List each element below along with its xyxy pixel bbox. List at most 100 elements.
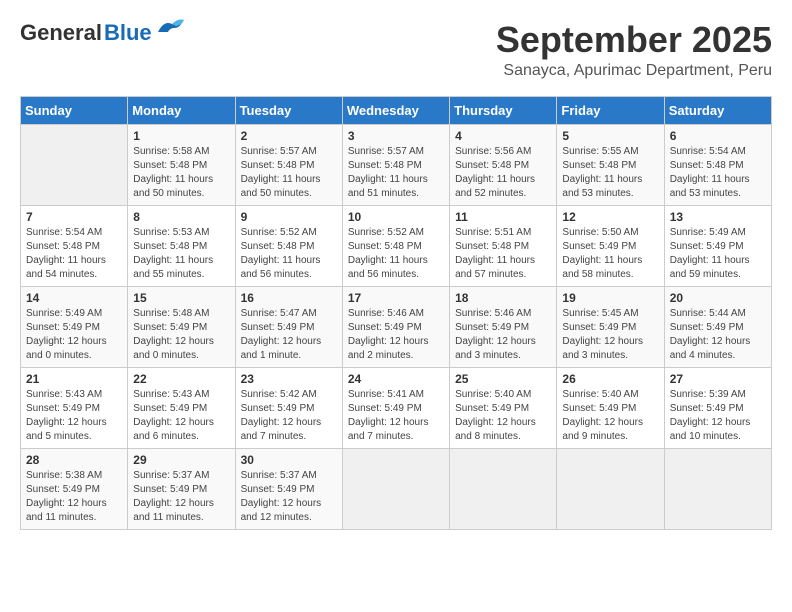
location-subtitle: Sanayca, Apurimac Department, Peru	[496, 62, 772, 80]
day-info: Sunrise: 5:52 AM Sunset: 5:48 PM Dayligh…	[348, 227, 428, 280]
title-area: September 2025 Sanayca, Apurimac Departm…	[496, 20, 772, 80]
col-header-wednesday: Wednesday	[342, 96, 449, 124]
logo-general: General	[20, 20, 102, 46]
day-info: Sunrise: 5:45 AM Sunset: 5:49 PM Dayligh…	[562, 308, 643, 361]
day-info: Sunrise: 5:46 AM Sunset: 5:49 PM Dayligh…	[455, 308, 536, 361]
col-header-saturday: Saturday	[664, 96, 771, 124]
day-number: 4	[455, 129, 551, 143]
day-info: Sunrise: 5:41 AM Sunset: 5:49 PM Dayligh…	[348, 389, 429, 442]
day-info: Sunrise: 5:39 AM Sunset: 5:49 PM Dayligh…	[670, 389, 751, 442]
day-info: Sunrise: 5:48 AM Sunset: 5:49 PM Dayligh…	[133, 308, 214, 361]
day-info: Sunrise: 5:47 AM Sunset: 5:49 PM Dayligh…	[241, 308, 322, 361]
day-info: Sunrise: 5:46 AM Sunset: 5:49 PM Dayligh…	[348, 308, 429, 361]
calendar-cell: 20Sunrise: 5:44 AM Sunset: 5:49 PM Dayli…	[664, 286, 771, 367]
calendar-cell: 8 Sunrise: 5:53 AM Sunset: 5:48 PM Daylig…	[128, 205, 235, 286]
calendar-cell: 15 Sunrise: 5:48 AM Sunset: 5:49 PM Dayli…	[128, 286, 235, 367]
day-info: Sunrise: 5:57 AM Sunset: 5:48 PM Dayligh…	[241, 146, 321, 199]
col-header-monday: Monday	[128, 96, 235, 124]
calendar-cell: 22 Sunrise: 5:43 AM Sunset: 5:49 PM Dayli…	[128, 367, 235, 448]
day-number: 29	[133, 453, 229, 467]
calendar-week-row: 21 Sunrise: 5:43 AM Sunset: 5:49 PM Dayli…	[21, 367, 772, 448]
day-number: 14	[26, 291, 122, 305]
calendar-cell: 4 Sunrise: 5:56 AM Sunset: 5:48 PM Daylig…	[450, 124, 557, 205]
calendar-cell	[21, 124, 128, 205]
calendar-week-row: 7 Sunrise: 5:54 AM Sunset: 5:48 PM Daylig…	[21, 205, 772, 286]
day-info: Sunrise: 5:37 AM Sunset: 5:49 PM Dayligh…	[241, 470, 322, 523]
day-info: Sunrise: 5:58 AM Sunset: 5:48 PM Dayligh…	[133, 146, 213, 199]
calendar-cell: 6 Sunrise: 5:54 AM Sunset: 5:48 PM Daylig…	[664, 124, 771, 205]
calendar-header-row: SundayMondayTuesdayWednesdayThursdayFrid…	[21, 96, 772, 124]
calendar-cell: 18 Sunrise: 5:46 AM Sunset: 5:49 PM Dayli…	[450, 286, 557, 367]
calendar-cell: 23 Sunrise: 5:42 AM Sunset: 5:49 PM Dayli…	[235, 367, 342, 448]
calendar-cell	[342, 448, 449, 529]
day-info: Sunrise: 5:43 AM Sunset: 5:49 PM Dayligh…	[133, 389, 214, 442]
day-info: Sunrise: 5:54 AM Sunset: 5:48 PM Dayligh…	[670, 146, 750, 199]
day-info: Sunrise: 5:52 AM Sunset: 5:48 PM Dayligh…	[241, 227, 321, 280]
day-number: 11	[455, 210, 551, 224]
calendar-cell: 17 Sunrise: 5:46 AM Sunset: 5:49 PM Dayli…	[342, 286, 449, 367]
calendar-cell: 10 Sunrise: 5:52 AM Sunset: 5:48 PM Dayli…	[342, 205, 449, 286]
calendar-cell: 26 Sunrise: 5:40 AM Sunset: 5:49 PM Dayli…	[557, 367, 664, 448]
day-number: 26	[562, 372, 658, 386]
day-number: 17	[348, 291, 444, 305]
day-info: Sunrise: 5:42 AM Sunset: 5:49 PM Dayligh…	[241, 389, 322, 442]
day-number: 3	[348, 129, 444, 143]
day-number: 24	[348, 372, 444, 386]
logo-blue: Blue	[104, 20, 152, 46]
calendar-cell: 5Sunrise: 5:55 AM Sunset: 5:48 PM Daylig…	[557, 124, 664, 205]
calendar-cell: 30 Sunrise: 5:37 AM Sunset: 5:49 PM Dayli…	[235, 448, 342, 529]
day-number: 27	[670, 372, 766, 386]
month-year-title: September 2025	[496, 20, 772, 60]
day-number: 22	[133, 372, 229, 386]
day-info: Sunrise: 5:56 AM Sunset: 5:48 PM Dayligh…	[455, 146, 535, 199]
day-number: 6	[670, 129, 766, 143]
calendar-cell: 11Sunrise: 5:51 AM Sunset: 5:48 PM Dayli…	[450, 205, 557, 286]
calendar-cell: 24 Sunrise: 5:41 AM Sunset: 5:49 PM Dayli…	[342, 367, 449, 448]
page-header: General Blue September 2025 Sanayca, Apu…	[20, 20, 772, 80]
day-number: 15	[133, 291, 229, 305]
calendar-cell: 9 Sunrise: 5:52 AM Sunset: 5:48 PM Daylig…	[235, 205, 342, 286]
calendar-cell: 28Sunrise: 5:38 AM Sunset: 5:49 PM Dayli…	[21, 448, 128, 529]
col-header-tuesday: Tuesday	[235, 96, 342, 124]
calendar-cell: 2 Sunrise: 5:57 AM Sunset: 5:48 PM Daylig…	[235, 124, 342, 205]
day-number: 19	[562, 291, 658, 305]
calendar-cell: 25Sunrise: 5:40 AM Sunset: 5:49 PM Dayli…	[450, 367, 557, 448]
day-info: Sunrise: 5:49 AM Sunset: 5:49 PM Dayligh…	[26, 308, 107, 361]
day-number: 23	[241, 372, 337, 386]
day-info: Sunrise: 5:57 AM Sunset: 5:48 PM Dayligh…	[348, 146, 428, 199]
day-number: 30	[241, 453, 337, 467]
col-header-thursday: Thursday	[450, 96, 557, 124]
calendar-cell: 19 Sunrise: 5:45 AM Sunset: 5:49 PM Dayli…	[557, 286, 664, 367]
day-info: Sunrise: 5:37 AM Sunset: 5:49 PM Dayligh…	[133, 470, 214, 523]
day-number: 1	[133, 129, 229, 143]
day-number: 16	[241, 291, 337, 305]
logo-bird-icon	[156, 18, 186, 40]
day-info: Sunrise: 5:38 AM Sunset: 5:49 PM Dayligh…	[26, 470, 107, 523]
day-number: 7	[26, 210, 122, 224]
calendar-week-row: 28Sunrise: 5:38 AM Sunset: 5:49 PM Dayli…	[21, 448, 772, 529]
day-info: Sunrise: 5:53 AM Sunset: 5:48 PM Dayligh…	[133, 227, 213, 280]
calendar-table: SundayMondayTuesdayWednesdayThursdayFrid…	[20, 96, 772, 530]
day-number: 18	[455, 291, 551, 305]
calendar-cell: 27 Sunrise: 5:39 AM Sunset: 5:49 PM Dayli…	[664, 367, 771, 448]
col-header-sunday: Sunday	[21, 96, 128, 124]
day-number: 10	[348, 210, 444, 224]
day-info: Sunrise: 5:40 AM Sunset: 5:49 PM Dayligh…	[562, 389, 643, 442]
calendar-cell: 14 Sunrise: 5:49 AM Sunset: 5:49 PM Dayli…	[21, 286, 128, 367]
logo: General Blue	[20, 20, 186, 46]
day-info: Sunrise: 5:44 AM Sunset: 5:49 PM Dayligh…	[670, 308, 751, 361]
day-number: 9	[241, 210, 337, 224]
day-number: 2	[241, 129, 337, 143]
day-number: 21	[26, 372, 122, 386]
day-info: Sunrise: 5:55 AM Sunset: 5:48 PM Dayligh…	[562, 146, 642, 199]
day-info: Sunrise: 5:50 AM Sunset: 5:49 PM Dayligh…	[562, 227, 642, 280]
day-info: Sunrise: 5:54 AM Sunset: 5:48 PM Dayligh…	[26, 227, 106, 280]
calendar-cell	[450, 448, 557, 529]
day-info: Sunrise: 5:49 AM Sunset: 5:49 PM Dayligh…	[670, 227, 750, 280]
day-number: 13	[670, 210, 766, 224]
calendar-cell	[557, 448, 664, 529]
calendar-week-row: 1 Sunrise: 5:58 AM Sunset: 5:48 PM Daylig…	[21, 124, 772, 205]
calendar-cell: 12Sunrise: 5:50 AM Sunset: 5:49 PM Dayli…	[557, 205, 664, 286]
day-number: 8	[133, 210, 229, 224]
calendar-cell: 21Sunrise: 5:43 AM Sunset: 5:49 PM Dayli…	[21, 367, 128, 448]
